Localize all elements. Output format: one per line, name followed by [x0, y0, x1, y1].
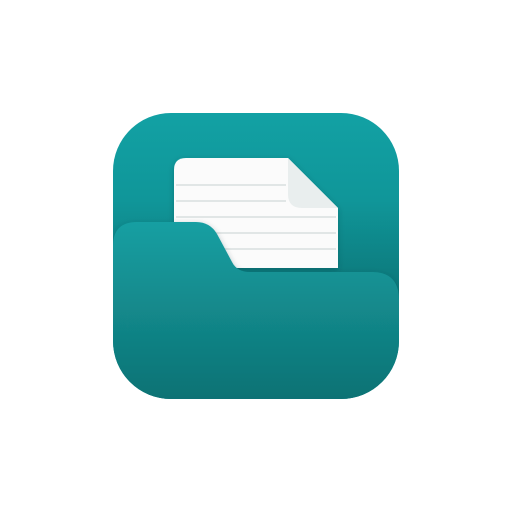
folder-document-icon[interactable]: [0, 0, 512, 512]
icon-canvas: [0, 0, 512, 512]
